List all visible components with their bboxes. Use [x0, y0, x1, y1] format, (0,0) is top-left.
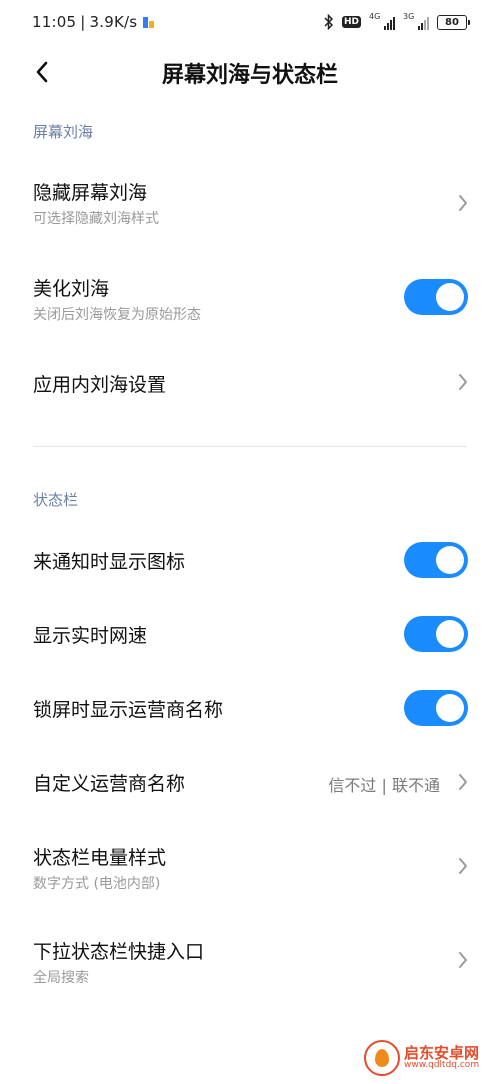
carrier-name-value: 信不过 | 联不通 — [328, 776, 440, 795]
status-bar: 11:05 | 3.9K/s HD 4G 3G 80 — [0, 0, 500, 44]
row-lock-carrier: 锁屏时显示运营商名称 — [0, 684, 500, 732]
chevron-right-icon — [456, 856, 470, 876]
status-time: 11:05 — [32, 13, 77, 31]
lock-carrier-toggle[interactable] — [404, 690, 468, 726]
hd-voice-icon: HD — [341, 16, 361, 28]
row-title: 隐藏屏幕刘海 — [33, 182, 148, 204]
row-hide-notch[interactable]: 隐藏屏幕刘海 可选择隐藏刘海样式 — [0, 166, 500, 240]
row-battery-style[interactable]: 状态栏电量样式 数字方式 (电池内部) — [0, 832, 500, 902]
toggle-knob — [436, 283, 464, 311]
row-notify-icons: 来通知时显示图标 — [0, 536, 500, 584]
header: 屏幕刘海与状态栏 — [0, 44, 500, 102]
status-separator: | — [80, 13, 86, 31]
site-watermark: 启东安卓网 www.qdltdq.com — [364, 1036, 494, 1080]
row-title: 显示实时网速 — [33, 625, 148, 647]
row-title: 美化刘海 — [33, 278, 110, 300]
row-subtitle: 可选择隐藏刘海样式 — [33, 211, 159, 227]
row-subtitle: 关闭后刘海恢复为原始形态 — [33, 307, 201, 323]
toggle-knob — [436, 546, 464, 574]
watermark-title: 启东安卓网 — [404, 1043, 480, 1062]
row-beautify-notch: 美化刘海 关闭后刘海恢复为原始形态 — [0, 262, 500, 336]
toggle-knob — [436, 620, 464, 648]
row-subtitle: 全局搜索 — [33, 970, 89, 986]
signal1-label: 4G — [369, 12, 381, 21]
row-title: 状态栏电量样式 — [33, 847, 167, 869]
section-divider — [33, 446, 467, 447]
net-speed-toggle[interactable] — [404, 616, 468, 652]
toggle-knob — [436, 694, 464, 722]
row-app-notch[interactable]: 应用内刘海设置 — [0, 358, 500, 408]
page-title: 屏幕刘海与状态栏 — [161, 63, 338, 88]
chevron-right-icon — [456, 372, 470, 392]
chevron-right-icon — [456, 772, 470, 792]
row-custom-carrier[interactable]: 自定义运营商名称 信不过 | 联不通 — [0, 758, 500, 806]
signal2-label: 3G — [403, 12, 415, 21]
chevron-right-icon — [456, 193, 470, 213]
chevron-right-icon — [456, 950, 470, 970]
row-net-speed: 显示实时网速 — [0, 610, 500, 658]
status-left: 11:05 | 3.9K/s — [32, 13, 155, 31]
row-title: 来通知时显示图标 — [33, 551, 186, 573]
watermark-logo-icon — [364, 1040, 400, 1076]
battery-level: 80 — [437, 14, 467, 30]
network-speed: 3.9K/s — [89, 13, 138, 31]
battery-icon: 80 — [437, 14, 470, 30]
row-title: 自定义运营商名称 — [33, 773, 186, 795]
app-notification-icon — [143, 16, 155, 28]
signal-icon-sim1: 4G — [369, 12, 395, 30]
section-label-statusbar: 状态栏 — [33, 491, 79, 509]
signal-icon-sim2: 3G — [403, 12, 429, 30]
row-title: 应用内刘海设置 — [33, 374, 167, 396]
status-right: HD 4G 3G 80 — [324, 12, 470, 30]
row-title: 下拉状态栏快捷入口 — [33, 941, 205, 963]
row-subtitle: 数字方式 (电池内部) — [33, 876, 161, 892]
section-label-notch: 屏幕刘海 — [33, 123, 94, 141]
notify-icons-toggle[interactable] — [404, 542, 468, 578]
row-title: 锁屏时显示运营商名称 — [33, 699, 224, 721]
beautify-notch-toggle[interactable] — [404, 279, 468, 315]
bluetooth-icon — [324, 14, 334, 30]
row-pulldown-shortcut[interactable]: 下拉状态栏快捷入口 全局搜索 — [0, 926, 500, 996]
watermark-text: 启东安卓网 www.qdltdq.com — [404, 1045, 479, 1071]
watermark-url: www.qdltdq.com — [404, 1060, 480, 1071]
